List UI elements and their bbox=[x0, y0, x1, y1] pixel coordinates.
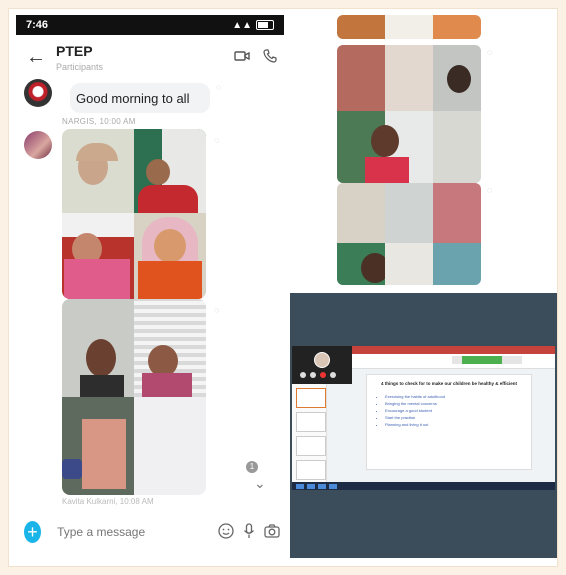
scroll-down-button[interactable]: ⌄ bbox=[254, 475, 266, 492]
chevron-down-icon: ⌄ bbox=[254, 475, 266, 491]
plus-icon: + bbox=[27, 522, 38, 542]
photo-collage: ◌ ◌ bbox=[337, 15, 492, 285]
shared-photo[interactable] bbox=[337, 183, 481, 285]
chat-title[interactable]: PTEP bbox=[56, 43, 228, 59]
ppt-ribbon bbox=[352, 346, 555, 354]
voice-call-button[interactable] bbox=[256, 48, 284, 66]
slide-bullet: Encourage a good student bbox=[385, 407, 523, 414]
seen-icon: ◌ bbox=[214, 135, 220, 145]
video-call-button[interactable] bbox=[228, 49, 256, 65]
current-slide: 4 things to check for to make our childr… bbox=[366, 374, 532, 470]
shared-photo[interactable] bbox=[337, 45, 481, 183]
avatar[interactable] bbox=[24, 79, 52, 107]
greeting-message-row: Good morning to all ◌ bbox=[24, 79, 274, 121]
chat-screen: 7:46 ▲▲ ← PTEP Participants Good morning… bbox=[16, 15, 284, 553]
slide-thumbnail bbox=[296, 460, 326, 480]
presentation-screen: 4 things to check for to make our childr… bbox=[292, 346, 555, 490]
taskbar-app-icon bbox=[329, 483, 337, 489]
status-time: 7:46 bbox=[26, 19, 49, 31]
microphone-icon bbox=[244, 522, 255, 538]
laptop-screen-photo[interactable]: 4 things to check for to make our childr… bbox=[290, 293, 557, 558]
sender-avatar[interactable] bbox=[24, 131, 52, 159]
add-attachment-button[interactable]: + bbox=[24, 521, 42, 543]
phone-icon bbox=[263, 48, 277, 63]
shared-photo[interactable] bbox=[337, 15, 481, 39]
video-camera-icon bbox=[234, 51, 250, 61]
seen-icon: ◌ bbox=[487, 185, 493, 195]
taskbar bbox=[292, 482, 555, 490]
microphone-button[interactable] bbox=[237, 522, 260, 542]
ppt-tabs bbox=[352, 354, 555, 369]
seen-icon: ◌ bbox=[214, 305, 220, 315]
slide-thumbnails bbox=[292, 384, 327, 482]
camera-icon bbox=[264, 523, 280, 538]
video-meeting-window bbox=[292, 346, 352, 384]
shared-photo[interactable] bbox=[62, 129, 206, 299]
emoji-button[interactable] bbox=[214, 522, 237, 542]
taskbar-app-icon bbox=[307, 483, 315, 489]
mic-toggle-icon bbox=[300, 372, 306, 378]
smiley-icon bbox=[218, 522, 234, 539]
slide-bullet: Start the practise bbox=[385, 414, 523, 421]
slide-bullet: Exercising the habits of adulthood bbox=[385, 393, 523, 400]
read-receipt-icon: ◌ bbox=[216, 83, 221, 92]
sender-label: Kavita Kulkarni, 10:08 AM bbox=[62, 497, 154, 506]
seen-icon: ◌ bbox=[487, 47, 493, 57]
greeting-message[interactable]: Good morning to all bbox=[70, 83, 210, 113]
end-call-icon bbox=[320, 372, 326, 378]
signal-icon: ▲▲ bbox=[232, 19, 252, 31]
slide-thumbnail bbox=[296, 412, 326, 432]
slide-thumbnail bbox=[296, 388, 326, 408]
avatar bbox=[314, 352, 330, 368]
camera-button[interactable] bbox=[261, 523, 284, 541]
back-button[interactable]: ← bbox=[16, 46, 56, 69]
slide-bullet: Planning and living it out bbox=[385, 421, 523, 428]
shared-photo[interactable] bbox=[62, 299, 206, 495]
sender-label: NARGIS, 10:00 AM bbox=[62, 117, 136, 126]
chat-subtitle: Participants bbox=[56, 61, 104, 72]
more-icon bbox=[330, 372, 336, 378]
chat-header: ← PTEP Participants bbox=[16, 35, 284, 79]
taskbar-app-icon bbox=[318, 483, 326, 489]
message-input-bar: + bbox=[16, 511, 284, 553]
battery-icon bbox=[256, 20, 274, 30]
arrow-left-icon: ← bbox=[26, 45, 46, 68]
slide-thumbnail bbox=[296, 436, 326, 456]
slide-title: 4 things to check for to make our childr… bbox=[380, 381, 518, 386]
message-input[interactable] bbox=[55, 524, 215, 540]
unread-badge: 1 bbox=[246, 461, 258, 473]
taskbar-app-icon bbox=[296, 483, 304, 489]
slide-bullet: Bringing the mental concerns bbox=[385, 400, 523, 407]
slide-bullets: Exercising the habits of adulthood Bring… bbox=[375, 393, 523, 428]
camera-toggle-icon bbox=[310, 372, 316, 378]
status-bar: 7:46 ▲▲ bbox=[16, 15, 284, 35]
